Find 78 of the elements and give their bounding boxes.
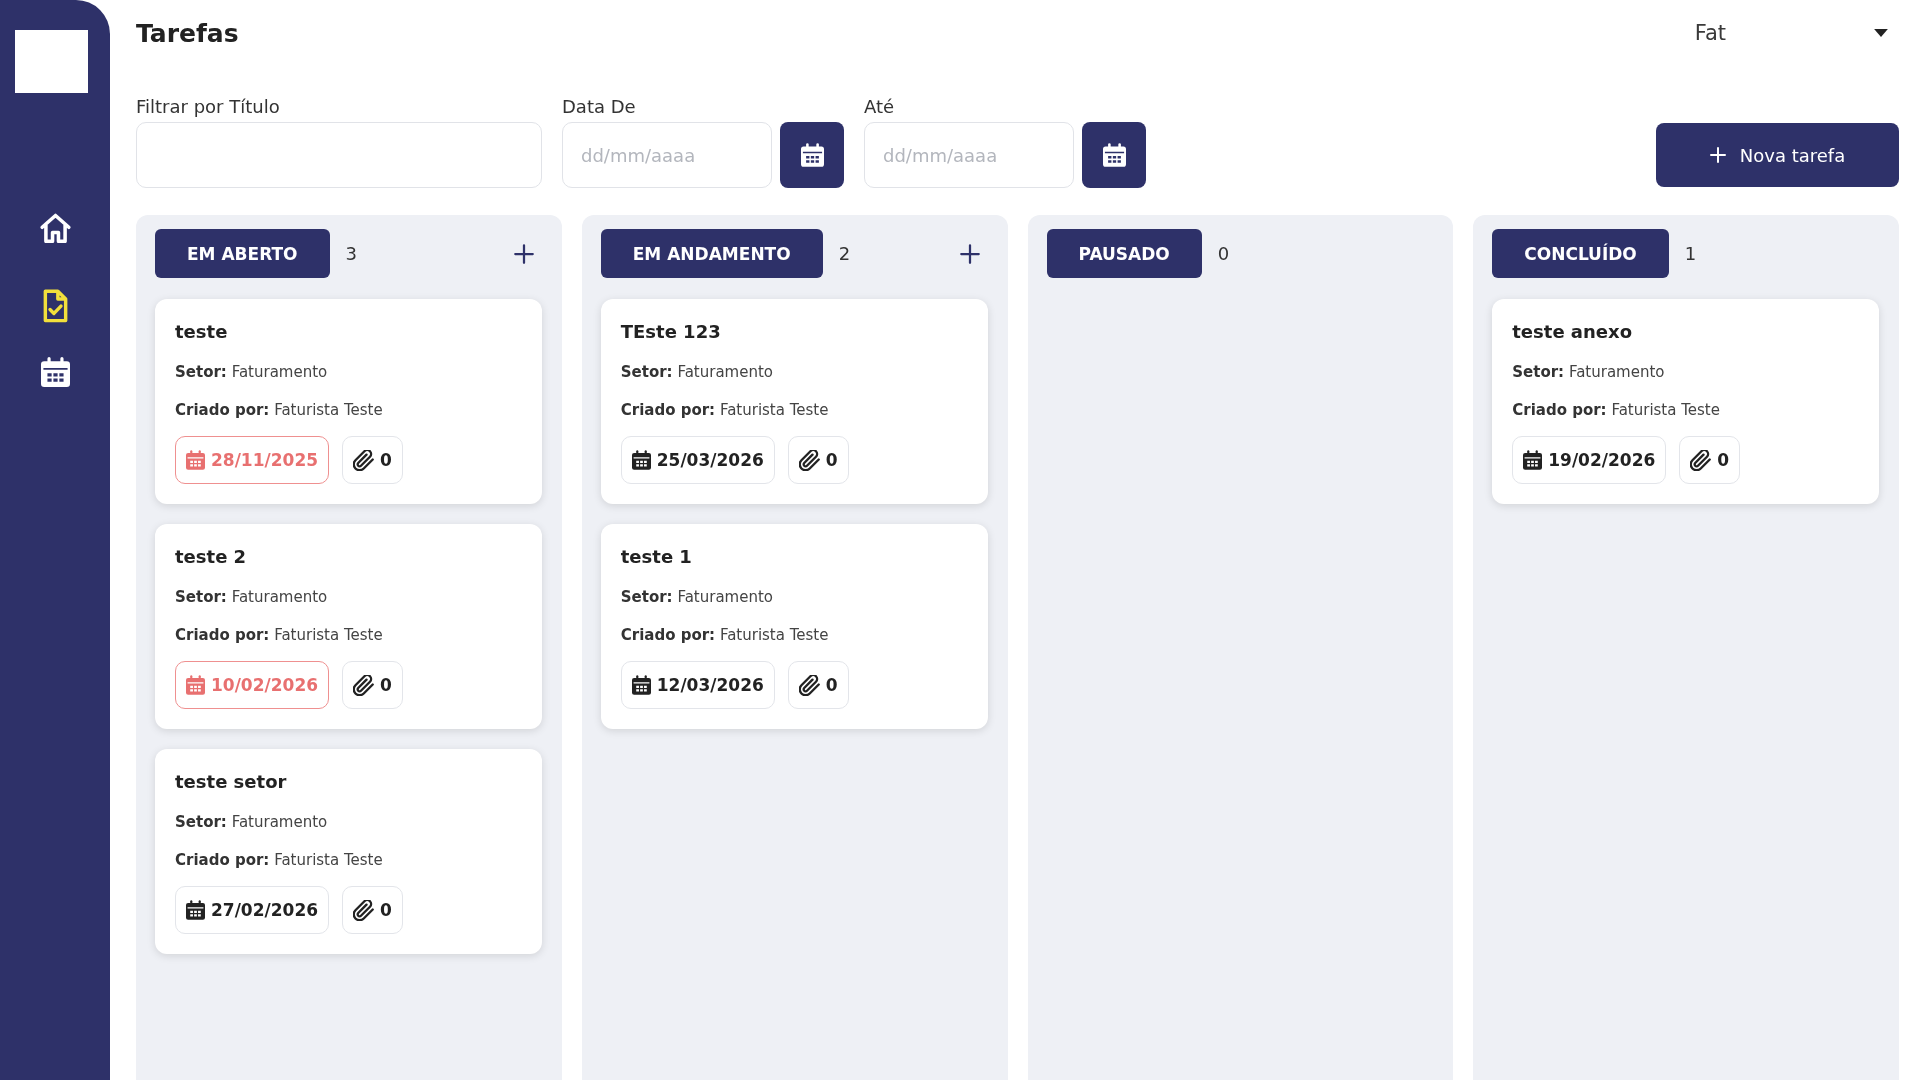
calendar-icon: [631, 675, 651, 695]
card-title: TEste 123: [620, 320, 722, 344]
card-title: teste 2: [175, 545, 248, 569]
calendar-button[interactable]: [780, 122, 844, 188]
task-count: 1: [1684, 243, 1697, 264]
calendar-icon: [1102, 143, 1126, 167]
new-task-button[interactable]: Nova tarefa: [1656, 123, 1899, 187]
attachment-count: 0: [1717, 450, 1730, 470]
attachment-count: 0: [825, 450, 838, 470]
column-title: PAUSADO: [1046, 229, 1202, 278]
caret-icon: [1874, 29, 1888, 37]
task-card[interactable]: teste setor Setor: Faturamento Criado por: Faturista Teste 27/02/2026 0: [155, 749, 542, 954]
due-date: 28/11/2025: [211, 450, 319, 470]
column-title: EM ANDAMENTO: [600, 229, 823, 278]
card-title: teste setor: [175, 770, 288, 794]
due-date: 12/03/2026: [656, 675, 764, 695]
user-menu[interactable]: Fat: [1694, 21, 1888, 45]
card-title: teste 1: [620, 545, 693, 569]
due-date: 19/02/2026: [1548, 450, 1656, 470]
column-title: EM ABERTO: [155, 229, 330, 278]
sector-line: Setor: Faturamento: [175, 587, 329, 608]
task-card[interactable]: teste Setor: Faturamento Criado por: Faturista Teste 28/11/2025 0: [155, 299, 542, 504]
document-check-icon[interactable]: [42, 289, 68, 323]
sector-line: Setor: Faturamento: [620, 587, 774, 608]
task-card[interactable]: teste 2 Setor: Faturamento Criado por: Faturista Teste 10/02/2026 0: [155, 524, 542, 729]
calendar-icon: [186, 675, 205, 695]
calendar-icon[interactable]: [40, 357, 70, 387]
date-input[interactable]: dd/mm/aaaa: [864, 122, 1074, 188]
paperclip-icon: [353, 449, 375, 471]
creator-line: Criado por: Faturista Teste: [175, 400, 384, 421]
date-input[interactable]: dd/mm/aaaa: [562, 122, 772, 188]
paperclip-icon: [798, 449, 820, 471]
page-title: Tarefas: [136, 18, 239, 48]
attachment-count: 0: [380, 675, 392, 695]
attachment-count: 0: [825, 675, 838, 695]
calendar-icon: [800, 143, 824, 167]
add-card-button[interactable]: [959, 243, 980, 264]
due-date: 10/02/2026: [211, 675, 319, 695]
filter-label: Data De: [562, 96, 637, 118]
paperclip-icon: [353, 899, 375, 921]
filter-label: Até: [864, 96, 896, 118]
creator-line: Criado por: Faturista Teste: [620, 625, 830, 646]
sector-line: Setor: Faturamento: [175, 362, 329, 383]
paperclip-icon: [353, 674, 375, 696]
calendar-button[interactable]: [1082, 122, 1146, 188]
filter-label: Filtrar por Título: [136, 96, 281, 118]
attachment-count: 0: [380, 450, 392, 470]
plus-icon: [513, 243, 534, 264]
creator-line: Criado por: Faturista Teste: [620, 400, 830, 421]
calendar-icon: [186, 450, 205, 470]
task-count: 3: [345, 243, 357, 264]
paperclip-icon: [798, 674, 820, 696]
sector-line: Setor: Faturamento: [175, 812, 329, 833]
task-card[interactable]: teste 1 Setor: Faturamento Criado por: Faturista Teste 12/03/2026 0: [600, 524, 988, 729]
calendar-icon: [1523, 450, 1543, 470]
home-icon[interactable]: [39, 213, 71, 243]
add-card-button[interactable]: [513, 243, 534, 264]
calendar-icon: [631, 450, 651, 470]
plus-icon: [959, 243, 980, 264]
task-card[interactable]: TEste 123 Setor: Faturamento Criado por: Faturista Teste 25/03/2026 0: [600, 299, 988, 504]
paperclip-icon: [1690, 449, 1712, 471]
title-filter-input[interactable]: [136, 122, 542, 188]
task-count: 2: [838, 243, 851, 264]
due-date: 27/02/2026: [211, 900, 319, 920]
card-title: teste: [175, 320, 229, 344]
creator-line: Criado por: Faturista Teste: [175, 625, 384, 646]
creator-line: Criado por: Faturista Teste: [1512, 400, 1721, 421]
sector-line: Setor: Faturamento: [620, 362, 774, 383]
task-card[interactable]: teste anexo Setor: Faturamento Criado por: Faturista Teste 19/02/2026 0: [1492, 299, 1879, 504]
plus-icon: [1709, 147, 1726, 163]
due-date: 25/03/2026: [656, 450, 764, 470]
creator-line: Criado por: Faturista Teste: [175, 850, 384, 871]
attachment-count: 0: [380, 900, 392, 920]
calendar-icon: [186, 900, 205, 920]
card-title: teste anexo: [1512, 320, 1633, 344]
sector-line: Setor: Faturamento: [1512, 362, 1666, 383]
column-title: CONCLUÍDO: [1492, 229, 1669, 278]
task-count: 0: [1217, 243, 1230, 264]
